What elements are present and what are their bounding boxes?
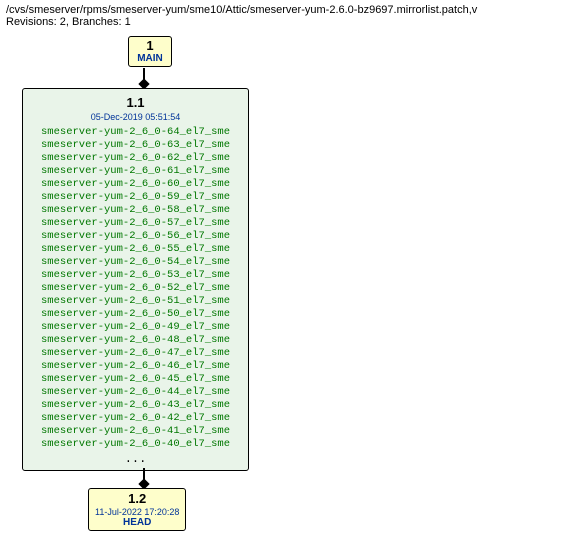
tag-item: smeserver-yum-2_6_0-60_el7_sme (41, 178, 230, 191)
tag-item: smeserver-yum-2_6_0-47_el7_sme (41, 347, 230, 360)
tag-item: smeserver-yum-2_6_0-56_el7_sme (41, 230, 230, 243)
tag-item: smeserver-yum-2_6_0-49_el7_sme (41, 321, 230, 334)
revision-label: HEAD (95, 517, 179, 528)
tag-item: smeserver-yum-2_6_0-59_el7_sme (41, 191, 230, 204)
tag-item: smeserver-yum-2_6_0-53_el7_sme (41, 269, 230, 282)
tag-item: smeserver-yum-2_6_0-52_el7_sme (41, 282, 230, 295)
tag-item: smeserver-yum-2_6_0-48_el7_sme (41, 334, 230, 347)
branch-label: MAIN (137, 53, 163, 64)
tag-item: smeserver-yum-2_6_0-42_el7_sme (41, 412, 230, 425)
tag-item: smeserver-yum-2_6_0-64_el7_sme (41, 126, 230, 139)
tag-item: smeserver-yum-2_6_0-57_el7_sme (41, 217, 230, 230)
tag-item: smeserver-yum-2_6_0-54_el7_sme (41, 256, 230, 269)
file-path: /cvs/smeserver/rpms/smeserver-yum/sme10/… (6, 4, 560, 16)
tag-item: smeserver-yum-2_6_0-46_el7_sme (41, 360, 230, 373)
node-main-branch: 1 MAIN (128, 36, 172, 67)
tag-item: smeserver-yum-2_6_0-62_el7_sme (41, 152, 230, 165)
tag-item: smeserver-yum-2_6_0-51_el7_sme (41, 295, 230, 308)
tag-item: smeserver-yum-2_6_0-44_el7_sme (41, 386, 230, 399)
tag-item: smeserver-yum-2_6_0-41_el7_sme (41, 425, 230, 438)
tag-item: smeserver-yum-2_6_0-58_el7_sme (41, 204, 230, 217)
node-revision-1-2: 1.2 11-Jul-2022 17:20:28 HEAD (88, 488, 186, 531)
tag-item: smeserver-yum-2_6_0-43_el7_sme (41, 399, 230, 412)
revision-date: 05-Dec-2019 05:51:54 (41, 112, 230, 122)
tag-item: smeserver-yum-2_6_0-45_el7_sme (41, 373, 230, 386)
header: /cvs/smeserver/rpms/smeserver-yum/sme10/… (0, 0, 566, 30)
revision-title: 1.2 (95, 491, 179, 506)
tag-ellipsis: ... (41, 453, 230, 466)
node-revision-1-1: 1.1 05-Dec-2019 05:51:54 smeserver-yum-2… (22, 88, 249, 471)
tag-item: smeserver-yum-2_6_0-55_el7_sme (41, 243, 230, 256)
revision-title: 1.1 (41, 95, 230, 110)
tag-item: smeserver-yum-2_6_0-50_el7_sme (41, 308, 230, 321)
branch-number: 1 (137, 39, 163, 53)
revision-date: 11-Jul-2022 17:20:28 (95, 507, 179, 517)
tag-list: smeserver-yum-2_6_0-64_el7_smesmeserver-… (41, 126, 230, 466)
tag-item: smeserver-yum-2_6_0-63_el7_sme (41, 139, 230, 152)
tag-item: smeserver-yum-2_6_0-61_el7_sme (41, 165, 230, 178)
diagram: 1 MAIN 1.1 05-Dec-2019 05:51:54 smeserve… (0, 30, 566, 530)
revisions-meta: Revisions: 2, Branches: 1 (6, 16, 560, 28)
tag-item: smeserver-yum-2_6_0-40_el7_sme (41, 438, 230, 451)
